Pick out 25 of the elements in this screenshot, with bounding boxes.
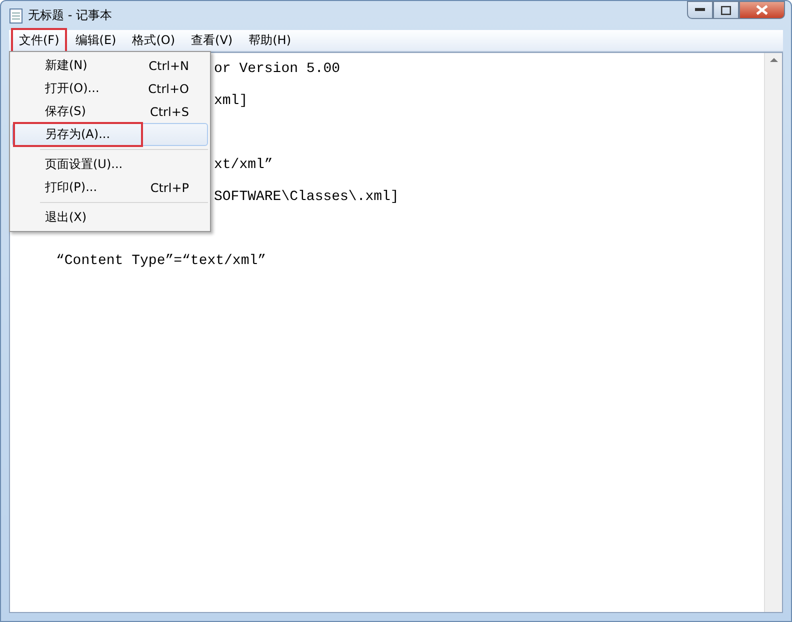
minimize-icon [695,8,705,12]
menu-option[interactable]: 页面设置(U)... [12,153,208,176]
maximize-icon [721,6,731,14]
menu-option[interactable]: 打开(O)... Ctrl+O [12,77,208,100]
menu-option[interactable]: 打印(P)... Ctrl+P [12,176,208,199]
scroll-up-icon[interactable] [770,57,778,62]
menu-item[interactable]: 编辑(E) [67,28,124,53]
notepad-icon [9,8,23,24]
menu-item[interactable]: 帮助(H) [240,28,299,53]
text-line: or Version 5.00 [214,61,340,77]
minimize-button[interactable] [687,1,713,19]
text-line: xml] [214,93,248,109]
text-line: “Content Type”=“text/xml” [56,253,266,269]
text-line: SOFTWARE\Classes\.xml] [214,189,399,205]
window-title: 无标题 - 记事本 [28,7,112,24]
text-line: xt/xml” [214,157,273,173]
maximize-button[interactable] [713,1,739,19]
close-icon [756,5,768,15]
menu-option[interactable]: 退出(X) [12,206,208,229]
menu-option[interactable]: 保存(S) Ctrl+S [12,100,208,123]
close-button[interactable] [739,1,785,19]
menu-option[interactable]: 另存为(A)... [12,123,208,146]
menu-item[interactable]: 查看(V) [183,28,241,53]
menu-item[interactable]: 格式(O) [124,28,184,53]
menu-option[interactable]: 新建(N) Ctrl+N [12,54,208,77]
